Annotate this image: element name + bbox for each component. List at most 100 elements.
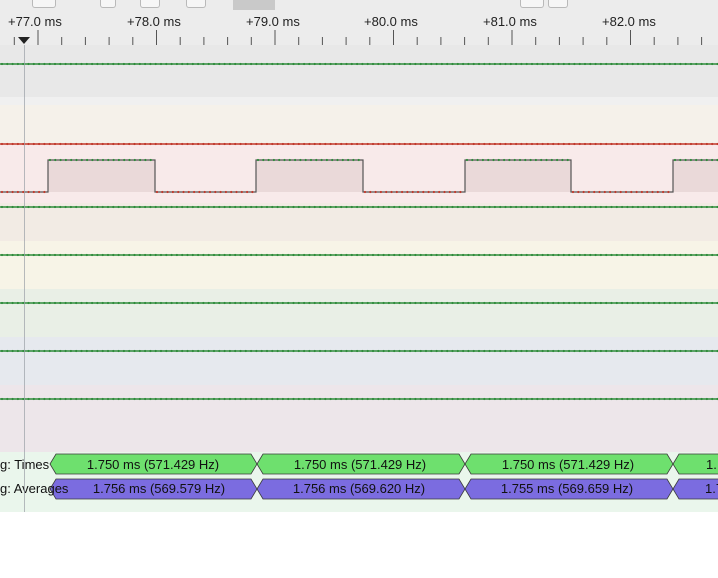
sample-dot xyxy=(175,142,178,146)
sample-dot xyxy=(138,253,141,257)
sample-dot xyxy=(202,349,205,353)
sample-dot xyxy=(11,190,14,194)
sample-dot xyxy=(6,349,9,353)
sample-dot xyxy=(96,301,99,305)
sample-dot xyxy=(605,253,608,257)
sample-dot xyxy=(631,253,634,257)
sample-dot xyxy=(347,158,350,162)
sample-dot xyxy=(59,253,62,257)
cursor-marker-icon[interactable] xyxy=(18,37,30,44)
sample-dot xyxy=(488,142,491,146)
averages-frame-label[interactable]: 1.756 ms (569.620 Hz) xyxy=(264,481,454,496)
sample-dot xyxy=(626,253,629,257)
times-frame-label[interactable]: 1. xyxy=(706,457,718,472)
sample-dot xyxy=(414,205,417,209)
sample-dot xyxy=(53,349,57,353)
sample-dot xyxy=(260,397,263,401)
time-ruler[interactable]: +77.0 ms +78.0 ms +79.0 ms +80.0 ms +81.… xyxy=(0,10,718,46)
sample-dot xyxy=(255,349,258,353)
sample-dot xyxy=(414,301,417,305)
sample-dot xyxy=(331,158,334,162)
times-frame-label[interactable]: 1.750 ms (571.429 Hz) xyxy=(58,457,248,472)
sample-dot xyxy=(656,190,659,194)
sample-dot xyxy=(552,301,555,305)
toolbar-button[interactable] xyxy=(520,0,544,8)
sample-dot xyxy=(594,349,597,353)
sample-dot xyxy=(483,253,486,257)
sample-dot xyxy=(59,142,62,146)
sample-dot xyxy=(562,349,565,353)
sample-dot xyxy=(276,205,279,209)
toolbar-active-tab[interactable] xyxy=(233,0,275,10)
sample-dot xyxy=(658,205,661,209)
sample-dot xyxy=(578,397,581,401)
sample-dot xyxy=(212,301,216,305)
sample-dot xyxy=(159,142,163,146)
sample-dot xyxy=(48,205,51,209)
sample-dot xyxy=(345,205,348,209)
toolbar-button[interactable] xyxy=(32,0,56,8)
toolbar-button[interactable] xyxy=(140,0,160,8)
sample-dot xyxy=(509,349,512,353)
times-frame-label[interactable]: 1.750 ms (571.429 Hz) xyxy=(473,457,663,472)
sample-dot xyxy=(483,301,486,305)
sample-dot xyxy=(223,301,226,305)
sample-dot xyxy=(419,301,422,305)
sample-dot xyxy=(663,301,666,305)
time-cursor-line[interactable] xyxy=(24,45,25,512)
sample-dot xyxy=(374,190,377,194)
sample-dot xyxy=(276,62,279,66)
averages-frame-label[interactable]: 1.7 xyxy=(705,481,718,496)
sample-dot xyxy=(550,158,553,162)
sample-dot xyxy=(281,253,284,257)
sample-dot xyxy=(409,253,412,257)
sample-dot xyxy=(684,301,687,305)
toolbar-button[interactable] xyxy=(186,0,206,8)
toolbar-button[interactable] xyxy=(100,0,116,8)
sample-dot xyxy=(324,349,327,353)
sample-dot xyxy=(459,190,462,194)
sample-dot xyxy=(619,190,622,194)
times-frame-label[interactable]: 1.750 ms (571.429 Hz) xyxy=(265,457,455,472)
sample-dot xyxy=(403,142,406,146)
sample-dot xyxy=(133,205,136,209)
sample-dot xyxy=(361,301,364,305)
sample-dot xyxy=(0,349,4,353)
sample-dot xyxy=(492,158,495,162)
sample-dot xyxy=(546,62,550,66)
sample-dot xyxy=(583,205,587,209)
sample-dot xyxy=(69,205,72,209)
sample-dot xyxy=(630,190,633,194)
sample-dot xyxy=(700,349,703,353)
sample-dot xyxy=(674,301,677,305)
sample-dot xyxy=(541,62,544,66)
sample-dot xyxy=(477,397,481,401)
sample-dot xyxy=(430,253,433,257)
sample-dot xyxy=(488,301,491,305)
sample-dot xyxy=(695,62,698,66)
sample-dot xyxy=(244,349,247,353)
sample-dot xyxy=(244,62,247,66)
sample-dot xyxy=(536,349,539,353)
sample-dot xyxy=(340,253,343,257)
sample-dot xyxy=(366,397,369,401)
averages-frame-label[interactable]: 1.756 ms (569.579 Hz) xyxy=(64,481,254,496)
sample-dot xyxy=(202,301,205,305)
sample-dot xyxy=(218,397,221,401)
waveform-area[interactable] xyxy=(0,45,718,452)
sample-dot xyxy=(504,62,507,66)
sample-dot xyxy=(546,142,550,146)
sample-dot xyxy=(350,397,353,401)
averages-frame-label[interactable]: 1.755 ms (569.659 Hz) xyxy=(472,481,662,496)
sample-dot xyxy=(568,142,571,146)
sample-dot xyxy=(138,142,141,146)
toolbar-button[interactable] xyxy=(548,0,568,8)
sample-dot xyxy=(582,190,585,194)
pulse-high-region xyxy=(256,160,363,192)
sample-dot xyxy=(133,349,136,353)
sample-dot xyxy=(154,205,157,209)
sample-dot xyxy=(684,142,687,146)
sample-dot xyxy=(75,158,78,162)
sample-dot xyxy=(615,142,618,146)
sample-dot xyxy=(149,205,152,209)
